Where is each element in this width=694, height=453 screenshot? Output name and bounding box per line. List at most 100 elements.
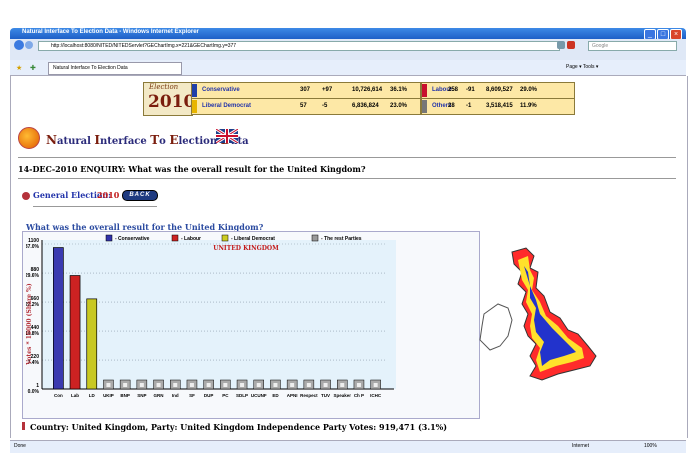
legend-swatch bbox=[105, 234, 113, 242]
links-row bbox=[10, 52, 686, 60]
party-seats: 307 bbox=[300, 87, 311, 93]
party-votes: 10,726,614 bbox=[352, 87, 383, 93]
category-label: Con bbox=[54, 393, 63, 398]
legend-label: - The rest Parties bbox=[321, 236, 362, 242]
y-axis-label: Votes * 10000 (Share %) bbox=[26, 283, 33, 366]
tab-nited[interactable]: Natural Interface To Election Data bbox=[48, 62, 182, 75]
bar-marker bbox=[139, 383, 144, 387]
bar-marker bbox=[156, 383, 161, 387]
title-part: o bbox=[159, 136, 170, 147]
bar-marker bbox=[123, 383, 128, 387]
command-bar[interactable]: Page ▾ Tools ▾ bbox=[566, 64, 598, 70]
party-change: -91 bbox=[466, 87, 475, 93]
general-election-year: 2010 bbox=[97, 190, 120, 200]
category-label: UKIP bbox=[103, 393, 114, 398]
title-part: T bbox=[150, 133, 160, 147]
footer-marker-icon bbox=[22, 422, 25, 430]
party-share: 23.0% bbox=[390, 103, 408, 109]
bar-marker bbox=[340, 383, 345, 387]
selection-info: Country: United Kingdom, Party: United K… bbox=[30, 422, 448, 432]
bar-marker bbox=[273, 383, 278, 387]
title-part: N bbox=[46, 133, 57, 147]
bar-marker bbox=[106, 383, 111, 387]
legend-label: - Conservative bbox=[115, 236, 150, 242]
party-share: 36.1% bbox=[390, 87, 408, 93]
legend-swatch bbox=[171, 234, 179, 242]
bar-marker bbox=[323, 383, 328, 387]
refresh-icon[interactable] bbox=[557, 41, 565, 49]
search-input[interactable]: Google bbox=[588, 41, 677, 51]
category-label: SF bbox=[189, 393, 195, 398]
result-row-conservative[interactable]: Conservative 307 +97 10,726,614 36.1% bbox=[191, 82, 421, 99]
category-label: APNI bbox=[287, 393, 298, 398]
uk-map[interactable] bbox=[478, 242, 618, 394]
party-share: 29.0% bbox=[520, 87, 538, 93]
title-part: nterface bbox=[100, 136, 151, 147]
party-color-swatch bbox=[192, 84, 197, 97]
status-text: Done bbox=[14, 443, 26, 449]
category-label: Ch P bbox=[354, 393, 364, 398]
result-row-others[interactable]: Others 28 -1 3,518,415 11.9% bbox=[421, 98, 575, 115]
party-seats: 28 bbox=[448, 103, 455, 109]
ytick-label: 0.0% bbox=[28, 389, 40, 395]
ireland-shape bbox=[479, 303, 513, 351]
window-title: Natural Interface To Election Data - Win… bbox=[22, 29, 199, 35]
party-votes: 3,518,415 bbox=[486, 103, 513, 109]
bar-marker bbox=[290, 383, 295, 387]
category-label: SNP bbox=[137, 393, 146, 398]
bar-marker bbox=[189, 383, 194, 387]
back-button[interactable]: BACK bbox=[122, 190, 158, 201]
desktop-strip bbox=[0, 0, 694, 28]
ytick-label: 29.6% bbox=[26, 273, 40, 279]
category-label: Ind bbox=[172, 393, 179, 398]
bar-marker bbox=[173, 383, 178, 387]
election-bullet-icon bbox=[22, 192, 30, 200]
forward-nav-icon[interactable] bbox=[25, 41, 33, 49]
ytick-label: 37.0% bbox=[26, 244, 40, 250]
election-logo-caption: Election bbox=[149, 83, 179, 91]
party-color-swatch bbox=[192, 100, 197, 113]
address-bar[interactable]: http://localhost:8080/NITED/NITEDServlet… bbox=[38, 41, 560, 51]
legend-swatch bbox=[311, 234, 319, 242]
category-label: Lab bbox=[71, 393, 79, 398]
zoom-level[interactable]: 100% bbox=[644, 443, 657, 449]
bar-ld bbox=[86, 298, 98, 390]
bar-marker bbox=[240, 383, 245, 387]
nited-logo-icon bbox=[18, 127, 40, 149]
category-label: ED bbox=[272, 393, 279, 398]
party-change: -5 bbox=[322, 103, 328, 109]
category-label: TUV bbox=[321, 393, 330, 398]
stop-icon[interactable] bbox=[567, 41, 575, 49]
legend-label: - Labour bbox=[181, 236, 201, 242]
result-row-labour[interactable]: Labour 258 -91 8,609,527 29.0% bbox=[421, 82, 575, 99]
bar-marker bbox=[356, 383, 361, 387]
title-part: lection bbox=[178, 136, 221, 147]
union-flag-icon bbox=[215, 127, 239, 145]
category-label: BNP bbox=[120, 393, 130, 398]
party-name: Liberal Democrat bbox=[202, 103, 252, 109]
add-favorites-icon[interactable]: ✚ bbox=[30, 64, 36, 72]
party-color-swatch bbox=[422, 100, 427, 113]
category-label: Respect bbox=[300, 393, 318, 398]
bar-marker bbox=[306, 383, 311, 387]
back-nav-icon[interactable] bbox=[14, 40, 24, 50]
chart-title: UNITED KINGDOM bbox=[213, 245, 279, 252]
divider bbox=[18, 157, 676, 158]
category-label: LD bbox=[89, 393, 96, 398]
category-label: ICHC bbox=[370, 393, 382, 398]
enquiry-text: 14-DEC-2010 ENQUIRY: What was the overal… bbox=[18, 164, 366, 174]
category-label: PC bbox=[222, 393, 229, 398]
category-label: DUP bbox=[204, 393, 214, 398]
category-label: Speaker bbox=[333, 393, 351, 398]
divider bbox=[18, 178, 676, 179]
favorites-star-icon[interactable]: ★ bbox=[16, 64, 22, 72]
party-votes: 6,836,824 bbox=[352, 103, 379, 109]
bar-marker bbox=[256, 383, 261, 387]
party-color-swatch bbox=[422, 84, 427, 97]
result-row-libdem[interactable]: Liberal Democrat 57 -5 6,836,824 23.0% bbox=[191, 98, 421, 115]
bar-chart[interactable]: 10.0%2207.4%44014.8%66022.2%88029.6%1100… bbox=[26, 234, 478, 414]
party-name: Conservative bbox=[202, 87, 240, 93]
status-zone: Internet bbox=[572, 443, 589, 449]
party-votes: 8,609,527 bbox=[486, 87, 513, 93]
legend-swatch bbox=[221, 234, 229, 242]
